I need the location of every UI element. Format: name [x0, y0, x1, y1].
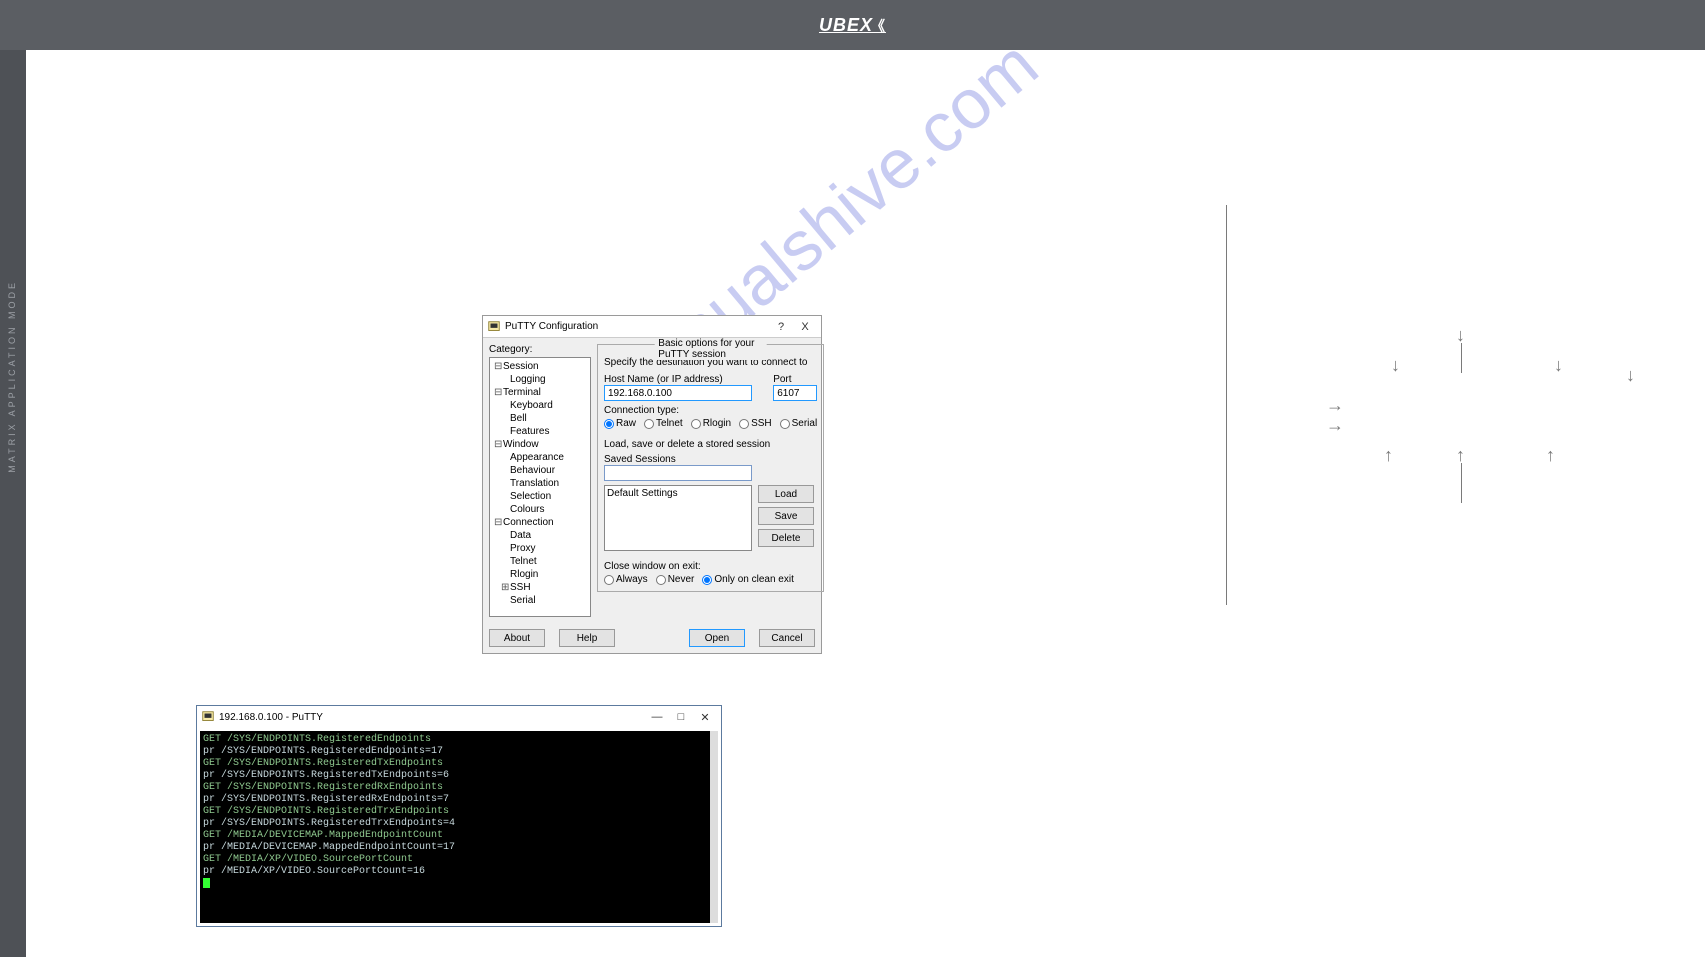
session-default[interactable]: Default Settings [607, 488, 749, 499]
tree-translation[interactable]: Translation [492, 477, 588, 490]
tree-colours[interactable]: Colours [492, 503, 588, 516]
tree-session[interactable]: ⊟Session [492, 360, 588, 373]
term-title: 192.168.0.100 - PuTTY [219, 712, 645, 723]
category-tree[interactable]: ⊟Session Logging ⊟Terminal Keyboard Bell… [489, 357, 591, 617]
radio-never[interactable]: Never [656, 574, 695, 585]
radio-rlogin[interactable]: Rlogin [691, 418, 731, 429]
lsd-label: Load, save or delete a stored session [604, 439, 817, 450]
close-exit-label: Close window on exit: [604, 561, 817, 572]
term-body[interactable]: GET /SYS/ENDPOINTS.RegisteredEndpointspr… [200, 731, 718, 923]
tree-proxy[interactable]: Proxy [492, 542, 588, 555]
tree-telnet[interactable]: Telnet [492, 555, 588, 568]
diagram-line [1461, 463, 1462, 503]
tree-features[interactable]: Features [492, 425, 588, 438]
saved-input[interactable] [604, 465, 752, 481]
delete-button[interactable]: Delete [758, 529, 814, 547]
arrow-right-icon: → [1326, 395, 1344, 416]
term-titlebar[interactable]: 192.168.0.100 - PuTTY — □ ✕ [197, 706, 721, 728]
radio-raw[interactable]: Raw [604, 418, 636, 429]
port-label: Port [773, 374, 817, 385]
arrow-down-icon: ↓ [1391, 355, 1400, 376]
tree-terminal[interactable]: ⊟Terminal [492, 386, 588, 399]
help-button-bottom[interactable]: Help [559, 629, 615, 647]
diagram-line [1461, 343, 1462, 373]
tree-logging[interactable]: Logging [492, 373, 588, 386]
radio-ssh[interactable]: SSH [739, 418, 772, 429]
load-button[interactable]: Load [758, 485, 814, 503]
host-label: Host Name (or IP address) [604, 374, 767, 385]
arrow-up-icon: ↑ [1384, 445, 1393, 466]
cancel-button[interactable]: Cancel [759, 629, 815, 647]
minimize-icon[interactable]: — [645, 708, 669, 726]
putty-terminal: 192.168.0.100 - PuTTY — □ ✕ GET /SYS/END… [196, 705, 722, 927]
radio-clean[interactable]: Only on clean exit [702, 574, 794, 585]
putty-icon [487, 320, 501, 334]
session-list[interactable]: Default Settings [604, 485, 752, 551]
tree-connection[interactable]: ⊟Connection [492, 516, 588, 529]
tree-data[interactable]: Data [492, 529, 588, 542]
tree-bell[interactable]: Bell [492, 412, 588, 425]
arrow-up-icon: ↑ [1546, 445, 1555, 466]
tree-behaviour[interactable]: Behaviour [492, 464, 588, 477]
arrow-right-icon: → [1326, 415, 1344, 436]
sidebar-label: MATRIX APPLICATION MODE [7, 280, 17, 473]
tree-rlogin[interactable]: Rlogin [492, 568, 588, 581]
tree-ssh[interactable]: ⊞SSH [492, 581, 588, 594]
ubex-logo: UBEX [819, 15, 886, 36]
tree-keyboard[interactable]: Keyboard [492, 399, 588, 412]
category-label: Category: [489, 344, 591, 355]
help-button[interactable]: ? [769, 318, 793, 336]
session-group: Basic options for your PuTTY session Spe… [597, 344, 824, 592]
putty-config-dialog: PuTTY Configuration ? X Category: ⊟Sessi… [482, 315, 822, 654]
arrow-down-icon: ↓ [1626, 365, 1635, 386]
close-button[interactable]: X [793, 318, 817, 336]
titlebar[interactable]: PuTTY Configuration ? X [483, 316, 821, 338]
port-input[interactable] [773, 385, 817, 401]
open-button[interactable]: Open [689, 629, 745, 647]
tree-selection[interactable]: Selection [492, 490, 588, 503]
tree-serial[interactable]: Serial [492, 594, 588, 607]
dialog-title: PuTTY Configuration [505, 321, 769, 332]
top-bar: UBEX [0, 0, 1705, 50]
putty-icon [201, 710, 215, 724]
radio-always[interactable]: Always [604, 574, 648, 585]
about-button[interactable]: About [489, 629, 545, 647]
save-button[interactable]: Save [758, 507, 814, 525]
tree-window[interactable]: ⊟Window [492, 438, 588, 451]
page: manualshive.com PuTTY Configuration ? X … [26, 50, 1705, 957]
group-title: Basic options for your PuTTY session [654, 338, 767, 360]
arrow-down-icon: ↓ [1554, 355, 1563, 376]
radio-telnet[interactable]: Telnet [644, 418, 683, 429]
radio-serial[interactable]: Serial [780, 418, 818, 429]
diagram-divider [1226, 205, 1227, 605]
sidebar: MATRIX APPLICATION MODE [0, 50, 26, 957]
maximize-icon[interactable]: □ [669, 708, 693, 726]
host-input[interactable] [604, 385, 752, 401]
tree-appearance[interactable]: Appearance [492, 451, 588, 464]
close-icon[interactable]: ✕ [693, 708, 717, 726]
saved-label: Saved Sessions [604, 454, 817, 465]
conntype-label: Connection type: [604, 405, 817, 416]
